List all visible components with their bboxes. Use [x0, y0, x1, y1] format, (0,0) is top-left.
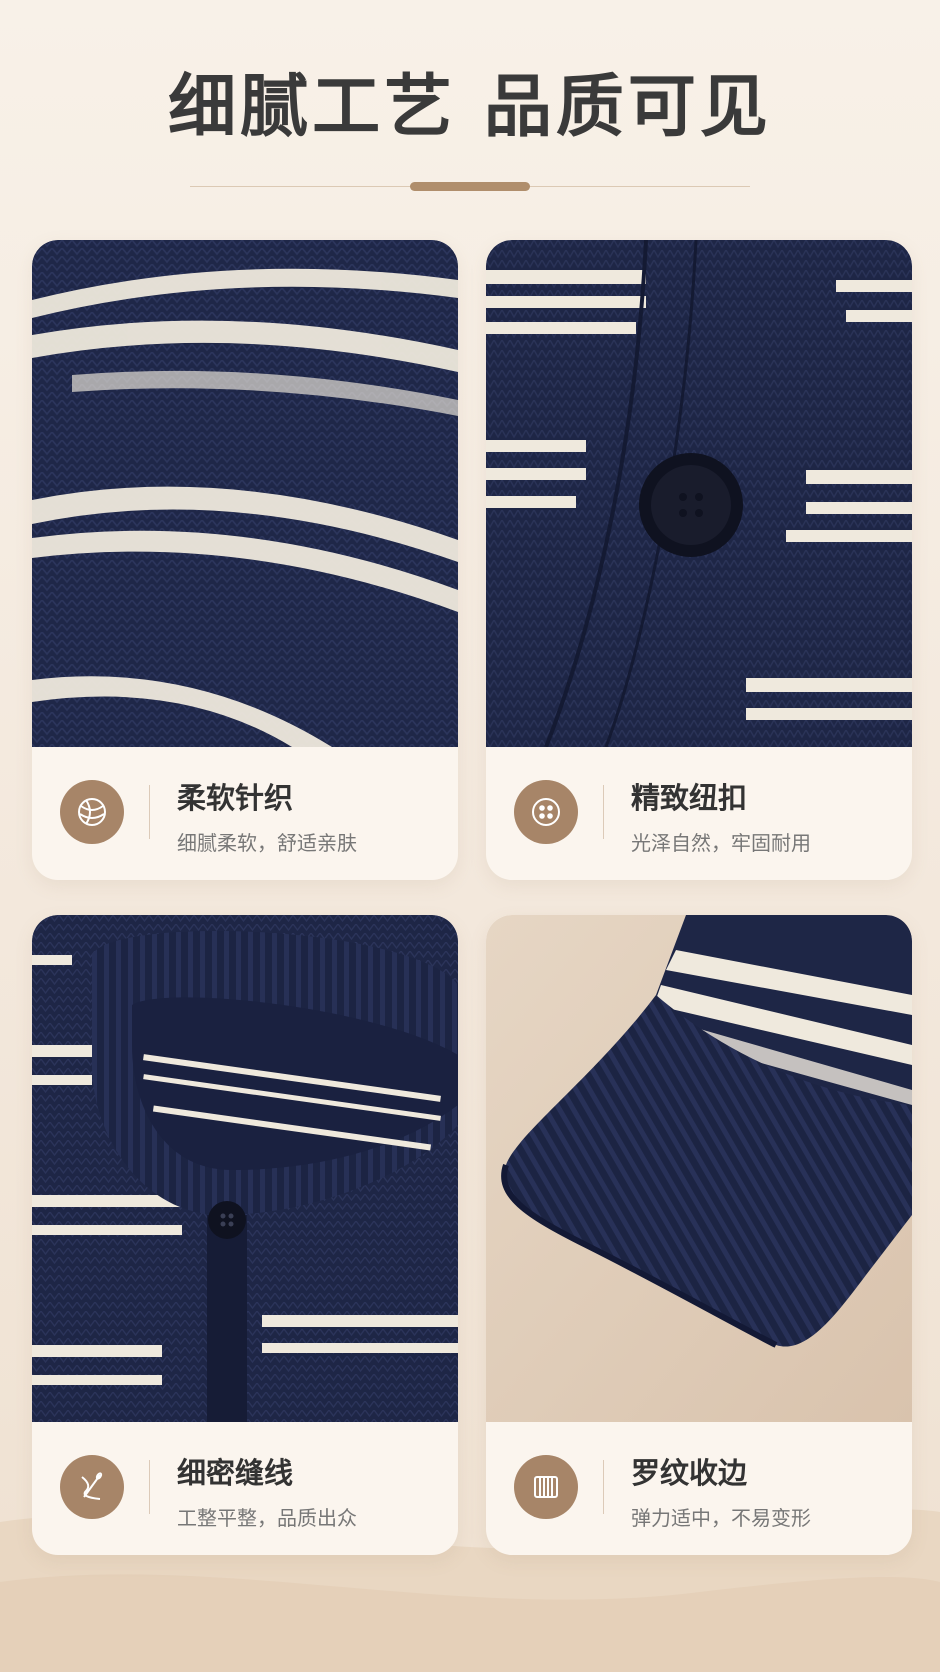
feature-info: 细密缝线 工整平整，品质出众	[32, 1422, 458, 1555]
separator	[603, 1460, 604, 1514]
yarn-ball-icon	[60, 780, 124, 844]
feature-card-soft-knit[interactable]: 柔软针织 细腻柔软，舒适亲肤	[32, 240, 458, 880]
separator	[603, 785, 604, 839]
collar-closeup-photo	[32, 915, 458, 1422]
feature-subtitle: 弹力适中，不易变形	[631, 1506, 811, 1530]
feature-subtitle: 工整平整，品质出众	[177, 1506, 357, 1530]
divider-accent	[410, 182, 530, 191]
page-title: 细腻工艺 品质可见	[168, 68, 772, 147]
feature-subtitle: 光泽自然，牢固耐用	[631, 831, 811, 855]
button-icon	[514, 780, 578, 844]
feature-info: 罗纹收边 弹力适中，不易变形	[486, 1422, 912, 1555]
feature-info: 柔软针织 细腻柔软，舒适亲肤	[32, 747, 458, 880]
needle-thread-icon	[60, 1455, 124, 1519]
feature-title: 罗纹收边	[631, 1456, 748, 1490]
feature-info: 精致纽扣 光泽自然，牢固耐用	[486, 747, 912, 880]
title-divider	[190, 182, 750, 192]
ribbed-cuff-icon	[514, 1455, 578, 1519]
separator	[149, 1460, 150, 1514]
feature-title: 细密缝线	[177, 1456, 294, 1490]
separator	[149, 785, 150, 839]
feature-title: 柔软针织	[177, 781, 294, 815]
knit-texture-photo	[32, 240, 458, 747]
feature-subtitle: 细腻柔软，舒适亲肤	[177, 831, 357, 855]
cuff-closeup-photo	[486, 915, 912, 1422]
button-closeup-photo	[486, 240, 912, 747]
feature-card-ribbed-cuff[interactable]: 罗纹收边 弹力适中，不易变形	[486, 915, 912, 1555]
page-header: 细腻工艺 品质可见	[0, 60, 940, 156]
feature-title: 精致纽扣	[631, 781, 748, 815]
feature-card-stitching[interactable]: 细密缝线 工整平整，品质出众	[32, 915, 458, 1555]
feature-card-button[interactable]: 精致纽扣 光泽自然，牢固耐用	[486, 240, 912, 880]
